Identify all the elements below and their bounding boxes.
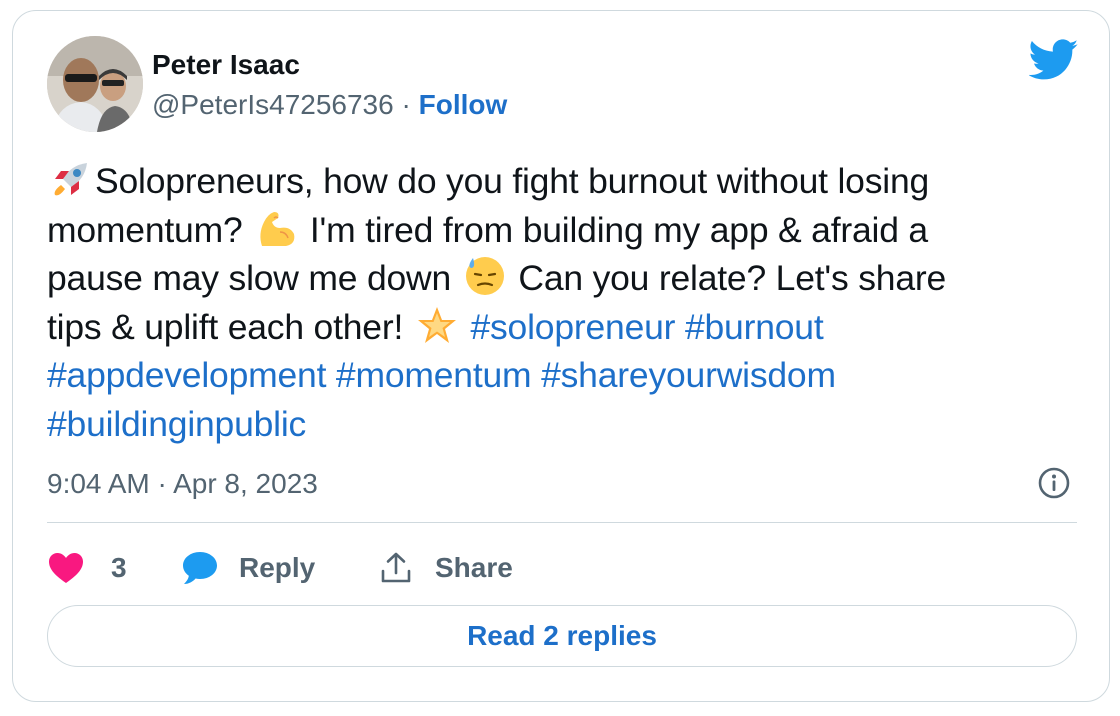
heart-icon [49,553,83,583]
tweet-line-1: Solopreneurs, how do you fight burnout w… [47,157,1077,206]
tweet-line-5: #appdevelopment #momentum #shareyourwisd… [47,351,1077,400]
share-icon [381,552,411,583]
reply-label: Reply [239,552,316,583]
tweet-text: Solopreneurs, how do you fight burnout w… [47,157,1077,448]
hashtag-momentum[interactable]: #momentum [336,355,532,395]
meta-separator: · [157,468,167,499]
divider [47,522,1077,523]
like-button[interactable]: 3 [47,548,127,588]
tweet-timestamp[interactable]: 9:04 AM · Apr 8, 2023 [47,468,318,500]
tweet-line-3: pause may slow me down Can you relate? L… [47,254,1077,303]
tweet-line-6: #buildinginpublic [47,400,1077,449]
user-handle[interactable]: @PeterIs47256736 [152,89,394,120]
handle-separator: · [401,89,411,120]
tweet-line-2: momentum? I'm tired from building my app… [47,206,1077,255]
downcast-face-sweat-emoji [465,257,504,295]
tweet-text-3b: Can you relate? Let's share [518,258,947,298]
hashtag-shareyourwisdom[interactable]: #shareyourwisdom [541,355,836,395]
hashtag-solopreneur[interactable]: #solopreneur [470,307,675,347]
info-icon[interactable] [1037,466,1071,500]
tweet-line-4: tips & uplift each other! #solopreneur #… [47,303,1077,352]
tweet-date: Apr 8, 2023 [173,468,318,499]
share-label: Share [435,552,513,583]
handle-row: @PeterIs47256736 · Follow [152,89,507,121]
tweet-text-2a: momentum? [47,209,243,250]
tweet-card: Peter Isaac @PeterIs47256736 · Follow So… [12,10,1110,702]
tweet-text-1: Solopreneurs, how do you fight burnout w… [95,161,930,201]
hashtag-burnout[interactable]: #burnout [685,307,824,347]
glowing-star-emoji [417,306,456,343]
twitter-bird-icon[interactable] [1029,39,1079,81]
reply-button[interactable]: Reply [181,548,315,588]
tweet-time: 9:04 AM [47,468,150,499]
follow-link[interactable]: Follow [419,89,508,120]
share-button[interactable]: Share [379,548,513,588]
tweet-text-2b: I'm tired from building my app & afraid … [309,209,928,250]
read-replies-button[interactable]: Read 2 replies [47,605,1077,667]
hashtag-appdevelopment[interactable]: #appdevelopment [47,355,326,395]
rocket-emoji [54,163,87,196]
tweet-text-3a: pause may slow me down [47,258,452,298]
avatar[interactable] [47,36,143,132]
reply-bubble-icon [183,552,217,584]
hashtag-buildinginpublic[interactable]: #buildinginpublic [47,404,306,444]
tweet-text-4a: tips & uplift each other! [47,306,404,347]
user-name[interactable]: Peter Isaac [152,49,300,81]
flexed-biceps-emoji [260,211,295,246]
like-count: 3 [111,552,127,583]
